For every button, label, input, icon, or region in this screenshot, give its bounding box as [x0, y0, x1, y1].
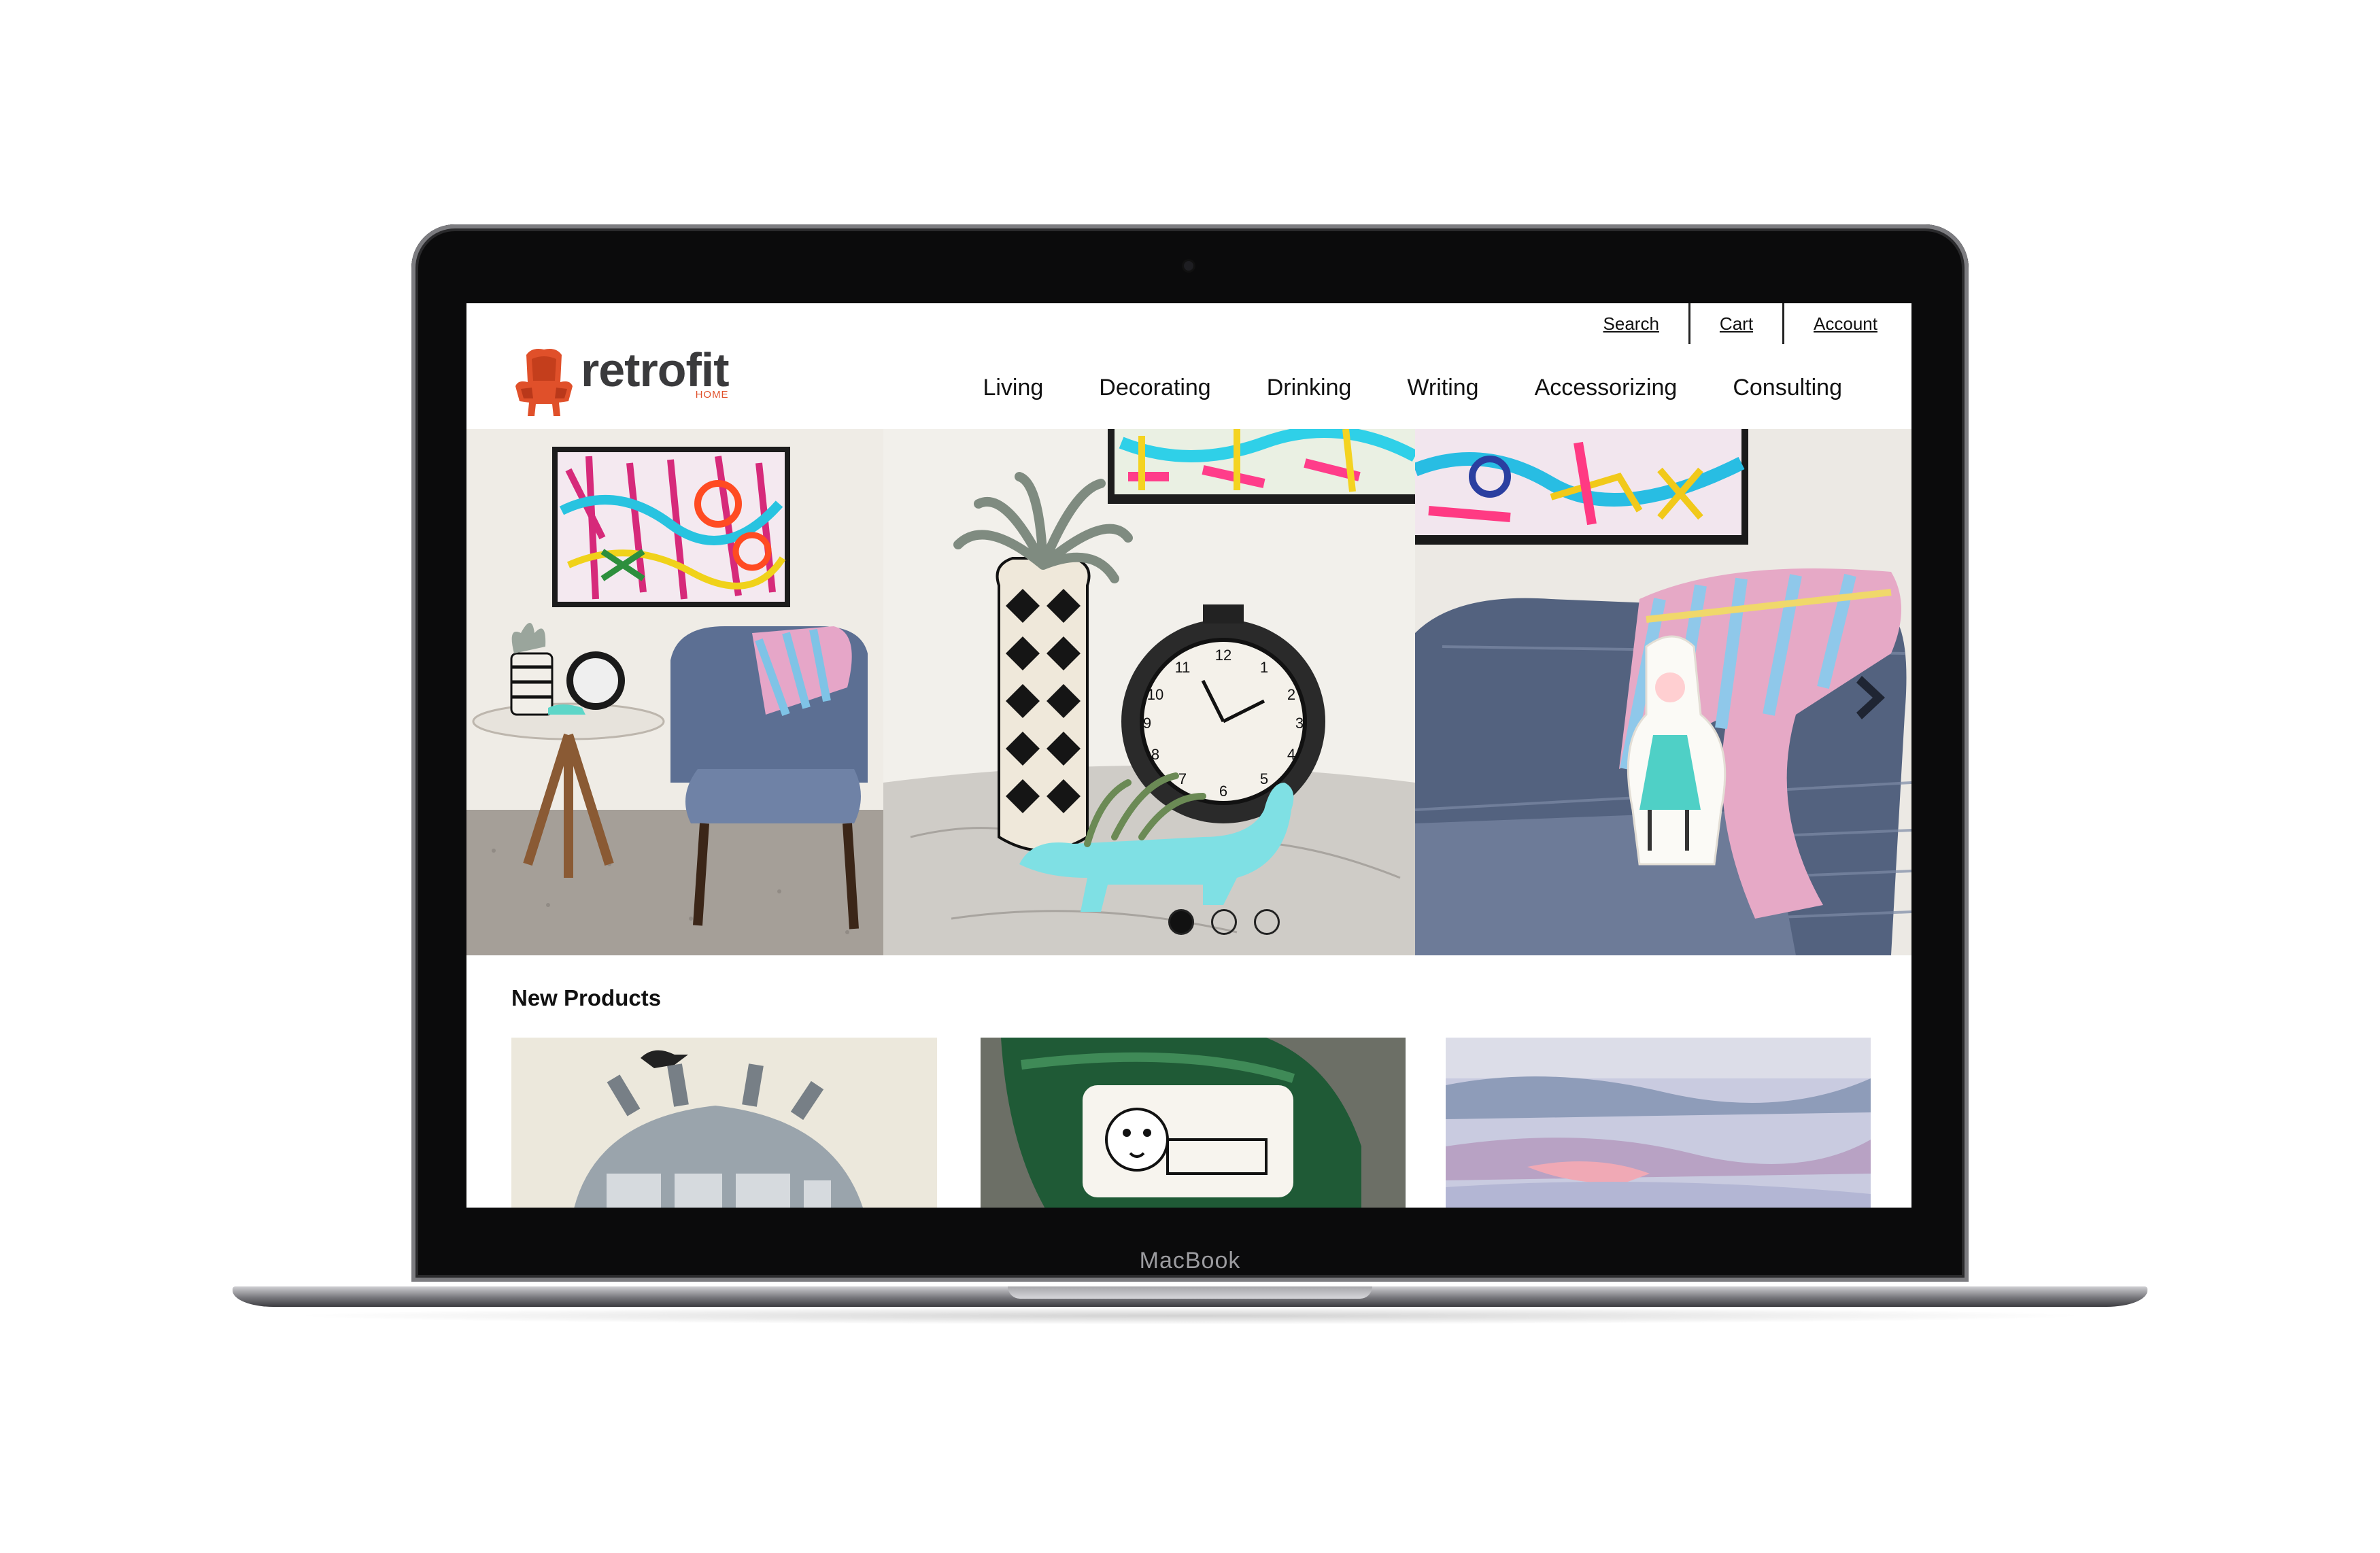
- product-card[interactable]: [511, 1038, 937, 1208]
- carousel-dot-1[interactable]: [1168, 909, 1194, 935]
- armchair-icon: [515, 349, 573, 416]
- svg-text:5: 5: [1260, 770, 1268, 787]
- svg-text:2: 2: [1287, 686, 1295, 703]
- camera-icon: [1184, 261, 1193, 271]
- site-logo[interactable]: retrofit HOME: [511, 343, 730, 419]
- nav-item-consulting[interactable]: Consulting: [1733, 375, 1842, 401]
- cart-link[interactable]: Cart: [1690, 303, 1782, 344]
- hero-carousel[interactable]: 12 1 2 345 678 9 10 11: [466, 429, 1911, 955]
- svg-text:9: 9: [1143, 715, 1151, 732]
- browser-screen: Search Cart Account retrofit HOME Living…: [466, 303, 1911, 1208]
- product-card[interactable]: [981, 1038, 1406, 1208]
- carousel-pagination: [1168, 909, 1280, 935]
- nav-item-decorating[interactable]: Decorating: [1099, 375, 1210, 401]
- nav-item-living[interactable]: Living: [983, 375, 1043, 401]
- svg-text:7: 7: [1178, 770, 1187, 787]
- nav-item-accessorizing[interactable]: Accessorizing: [1535, 375, 1678, 401]
- laptop-shadow: [286, 1307, 2094, 1325]
- svg-text:10: 10: [1147, 686, 1163, 703]
- svg-text:11: 11: [1175, 659, 1191, 676]
- nav-item-writing[interactable]: Writing: [1407, 375, 1478, 401]
- svg-text:12: 12: [1215, 647, 1231, 664]
- carousel-dot-3[interactable]: [1254, 909, 1280, 935]
- new-products-heading: New Products: [511, 985, 662, 1010]
- svg-text:6: 6: [1219, 783, 1227, 800]
- hero-image-chair: [1415, 429, 1911, 955]
- account-link[interactable]: Account: [1784, 303, 1877, 344]
- utility-nav: Search Cart Account: [1574, 303, 1877, 344]
- chevron-right-icon[interactable]: [1852, 670, 1893, 725]
- carousel-dot-2[interactable]: [1211, 909, 1237, 935]
- product-card[interactable]: [1446, 1038, 1871, 1208]
- brand-name: retrofit: [581, 343, 730, 396]
- nav-item-drinking[interactable]: Drinking: [1267, 375, 1352, 401]
- laptop-base-notch: [1008, 1286, 1372, 1299]
- svg-text:4: 4: [1287, 746, 1295, 763]
- device-label: MacBook: [1139, 1248, 1241, 1274]
- main-nav: Living Decorating Drinking Writing Acces…: [983, 375, 1842, 401]
- svg-text:1: 1: [1260, 659, 1268, 676]
- hero-image-vignette: 12 1 2 345 678 9 10 11: [883, 429, 1415, 955]
- svg-text:8: 8: [1151, 746, 1159, 763]
- svg-text:3: 3: [1295, 715, 1304, 732]
- hero-image-room: [466, 429, 883, 955]
- search-link[interactable]: Search: [1574, 303, 1688, 344]
